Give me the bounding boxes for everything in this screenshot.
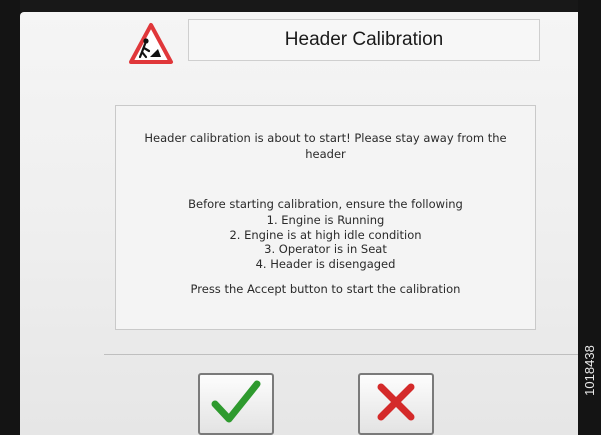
intro-warning-text: Header calibration is about to start! Pl… [144, 131, 507, 161]
precondition-item: 1. Engine is Running [266, 213, 385, 227]
precondition-item: 4. Header is disengaged [255, 256, 396, 271]
message-panel: Header calibration is about to start! Pl… [115, 105, 536, 330]
checkmark-icon [210, 379, 262, 430]
figure-id-label: 1018438 [578, 330, 601, 410]
divider [104, 354, 578, 355]
precondition-item: 3. Operator is in Seat [264, 242, 387, 256]
instruction-text: Press the Accept button to start the cal… [190, 282, 461, 296]
precondition-item: 2. Engine is at high idle condition [229, 227, 422, 242]
precondition-heading: Before starting calibration, ensure the … [188, 197, 463, 211]
monitor-bezel-left [0, 0, 20, 435]
monitor-bezel-top [0, 0, 601, 12]
figure-id-text: 1018438 [582, 344, 597, 396]
dialog-title-text: Header Calibration [284, 29, 444, 50]
dialog-title: Header Calibration [188, 19, 540, 61]
precondition-list: 1. Engine is Running 2. Engine is at hig… [116, 213, 535, 271]
cancel-button[interactable] [358, 373, 434, 435]
x-cancel-icon [373, 379, 419, 430]
display-screen: Header Calibration Header calibration is… [20, 12, 578, 435]
warning-worker-icon [128, 22, 174, 66]
accept-button[interactable] [198, 373, 274, 435]
